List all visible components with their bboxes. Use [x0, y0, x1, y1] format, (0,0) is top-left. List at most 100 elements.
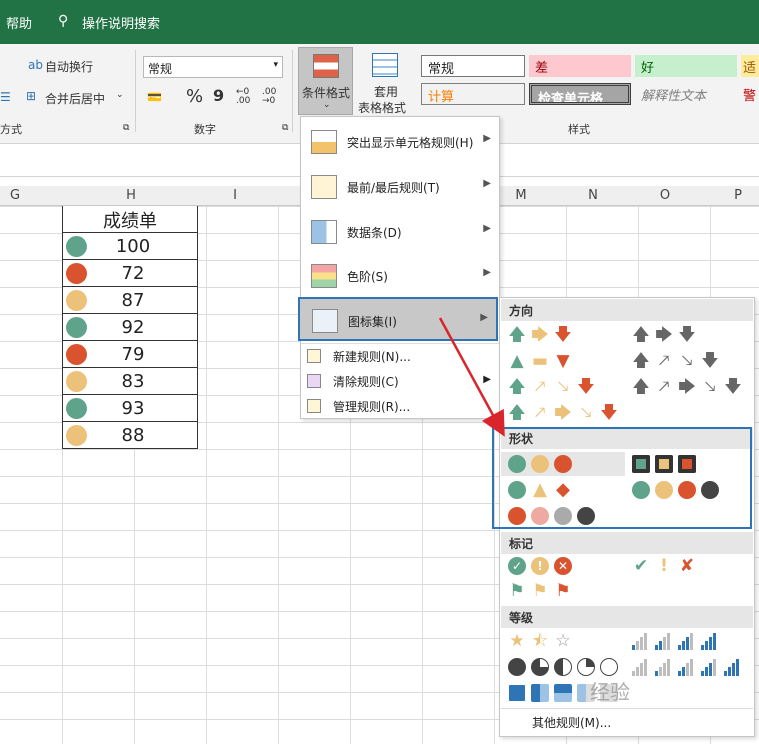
- icon-set-4-arrows-gray[interactable]: 🡅 🡕 🡖 🡇: [632, 352, 719, 370]
- arrow-up-icon: 🡅: [632, 377, 650, 397]
- conditional-format-button[interactable]: 条件格式 ⌄: [298, 47, 353, 115]
- icon-set-3-arrows-colored[interactable]: 🡅 🡆 🡇: [508, 326, 572, 344]
- table-row[interactable]: 93: [62, 395, 198, 422]
- merge-center-button[interactable]: 合并后居中: [45, 90, 105, 107]
- arrow-up-icon: 🡅: [632, 351, 650, 371]
- dialog-launcher-icon[interactable]: ⧉: [282, 123, 288, 133]
- indent-icon[interactable]: ☰: [0, 90, 11, 104]
- signal-bars-icon: [655, 658, 673, 676]
- arrow-up-right-icon: 🡕: [658, 351, 670, 371]
- arrow-right-icon: 🡆: [655, 325, 673, 345]
- arrow-right-icon: 🡆: [678, 377, 696, 397]
- table-row[interactable]: 83: [62, 368, 198, 395]
- column-header-m[interactable]: M: [514, 188, 528, 203]
- column-header-p[interactable]: P: [731, 188, 745, 203]
- menu-item-data-bars[interactable]: 数据条(D) ▶: [301, 210, 499, 254]
- menu-item-label: 色阶(S): [347, 270, 388, 284]
- menu-item-top-bottom-rules[interactable]: 最前/最后规则(T) ▶: [301, 165, 499, 209]
- x-circle-icon: ✕: [554, 557, 572, 575]
- column-header-h[interactable]: H: [124, 188, 138, 203]
- style-explanatory[interactable]: 解释性文本: [635, 83, 737, 105]
- column-header-i[interactable]: I: [228, 188, 242, 203]
- menu-item-color-scales[interactable]: 色阶(S) ▶: [301, 254, 499, 298]
- icon-set-4-ratings[interactable]: [632, 632, 719, 650]
- arrow-down-right-icon: 🡖: [580, 403, 592, 423]
- menu-item-clear-rules[interactable]: 清除规则(C) ▶: [301, 369, 499, 393]
- arrow-down-icon: 🡇: [554, 325, 572, 345]
- table-title[interactable]: 成绩单: [62, 206, 198, 233]
- arrow-right-icon: 🡆: [554, 403, 572, 423]
- arrow-down-right-icon: 🡖: [557, 377, 569, 397]
- score-value: 79: [121, 344, 145, 365]
- chevron-down-icon[interactable]: ⌄: [116, 90, 124, 100]
- icon-set-5-ratings[interactable]: [632, 658, 742, 676]
- top-bottom-icon: [311, 175, 337, 199]
- conditional-format-icon: [313, 54, 339, 78]
- style-check-cell[interactable]: 检查单元格: [529, 83, 631, 105]
- increase-decimal-button[interactable]: ←0 .00: [236, 88, 256, 106]
- percent-button[interactable]: %: [186, 86, 203, 107]
- score-value: 88: [121, 425, 145, 446]
- tell-me-search[interactable]: 操作说明搜索: [82, 13, 160, 32]
- comma-button[interactable]: 9: [213, 86, 224, 105]
- arrow-up-icon: 🡅: [508, 325, 526, 345]
- icon-set-5-arrows-colored[interactable]: 🡅 🡕 🡆 🡖 🡇: [508, 404, 618, 422]
- style-normal[interactable]: 常规: [421, 55, 525, 77]
- style-good[interactable]: 好: [635, 55, 737, 77]
- table-row[interactable]: 92: [62, 314, 198, 341]
- menu-item-label: 清除规则(C): [333, 375, 399, 389]
- wrap-text-button[interactable]: 自动换行: [45, 58, 93, 75]
- column-header-o[interactable]: O: [658, 188, 672, 203]
- table-row[interactable]: 72: [62, 260, 198, 287]
- currency-icon[interactable]: 💳: [147, 90, 162, 104]
- icon-set-3-symbols[interactable]: ✔! ✘: [632, 557, 696, 575]
- score-value: 100: [115, 236, 151, 257]
- format-as-table-button[interactable]: 套用 表格格式: [358, 47, 414, 115]
- conditional-format-menu: 突出显示单元格规则(H) ▶ 最前/最后规则(T) ▶ 数据条(D) ▶ 色阶(…: [298, 116, 500, 419]
- check-icon: ✔: [633, 556, 649, 576]
- style-warning[interactable]: 警: [741, 83, 759, 105]
- style-bad[interactable]: 差: [529, 55, 631, 77]
- signal-bars-icon: [701, 658, 719, 676]
- tab-help[interactable]: 帮助: [6, 13, 32, 32]
- menu-item-highlight-rules[interactable]: 突出显示单元格规则(H) ▶: [301, 120, 499, 164]
- icon-set-3-arrows-gray[interactable]: 🡅 🡆 🡇: [632, 326, 696, 344]
- column-header-n[interactable]: N: [586, 188, 600, 203]
- menu-item-label: 管理规则(R)...: [333, 400, 411, 414]
- format-table-label-1: 套用: [374, 85, 399, 99]
- format-table-label-2: 表格格式: [358, 101, 407, 115]
- table-row[interactable]: 79: [62, 341, 198, 368]
- arrow-up-right-icon: 🡕: [534, 377, 546, 397]
- table-row[interactable]: 100: [62, 233, 198, 260]
- more-rules-link[interactable]: 其他规则(M)...: [532, 714, 611, 731]
- table-row[interactable]: 88: [62, 422, 198, 449]
- menu-item-manage-rules[interactable]: 管理规则(R)...: [301, 394, 499, 418]
- decrease-decimal-button[interactable]: .00 →0: [262, 88, 282, 106]
- table-row[interactable]: 87: [62, 287, 198, 314]
- full-circle-icon: [508, 658, 526, 676]
- chevron-right-icon: ▶: [480, 312, 488, 323]
- score-value: 72: [121, 263, 145, 284]
- icon-set-3-triangles[interactable]: ▲ ▬ ▼: [508, 352, 572, 370]
- dash-icon: ▬: [531, 351, 549, 371]
- highlight-rules-icon: [311, 130, 337, 154]
- icon-sets-icon: [312, 309, 338, 333]
- divider: [292, 50, 293, 132]
- icon-set-3-symbols-circled[interactable]: ✓! ✕: [508, 557, 572, 575]
- dialog-launcher-icon[interactable]: ⧉: [123, 123, 129, 133]
- menu-item-icon-sets[interactable]: 图标集(I) ▶: [298, 297, 498, 341]
- icon-set-5-quarters[interactable]: [508, 658, 618, 676]
- arrow-up-icon: 🡅: [508, 377, 526, 397]
- signal-bars-icon: [701, 632, 719, 650]
- column-header-g[interactable]: G: [8, 188, 22, 203]
- style-calculation[interactable]: 计算: [421, 83, 525, 105]
- number-format-select[interactable]: 常规 ▾: [143, 56, 283, 78]
- signal-bars-icon: [632, 632, 650, 650]
- icon-set-3-flags[interactable]: ⚑ ⚑ ⚑: [508, 582, 572, 600]
- menu-item-label: 图标集(I): [348, 315, 397, 329]
- icon-set-5-arrows-gray[interactable]: 🡅 🡕 🡆 🡖 🡇: [632, 378, 742, 396]
- icon-set-4-arrows-colored[interactable]: 🡅 🡕 🡖 🡇: [508, 378, 595, 396]
- icon-set-3-stars[interactable]: ★ ⯪ ☆: [508, 632, 572, 650]
- menu-item-new-rule[interactable]: 新建规则(N)...: [301, 344, 499, 368]
- style-neutral[interactable]: 适: [741, 55, 759, 77]
